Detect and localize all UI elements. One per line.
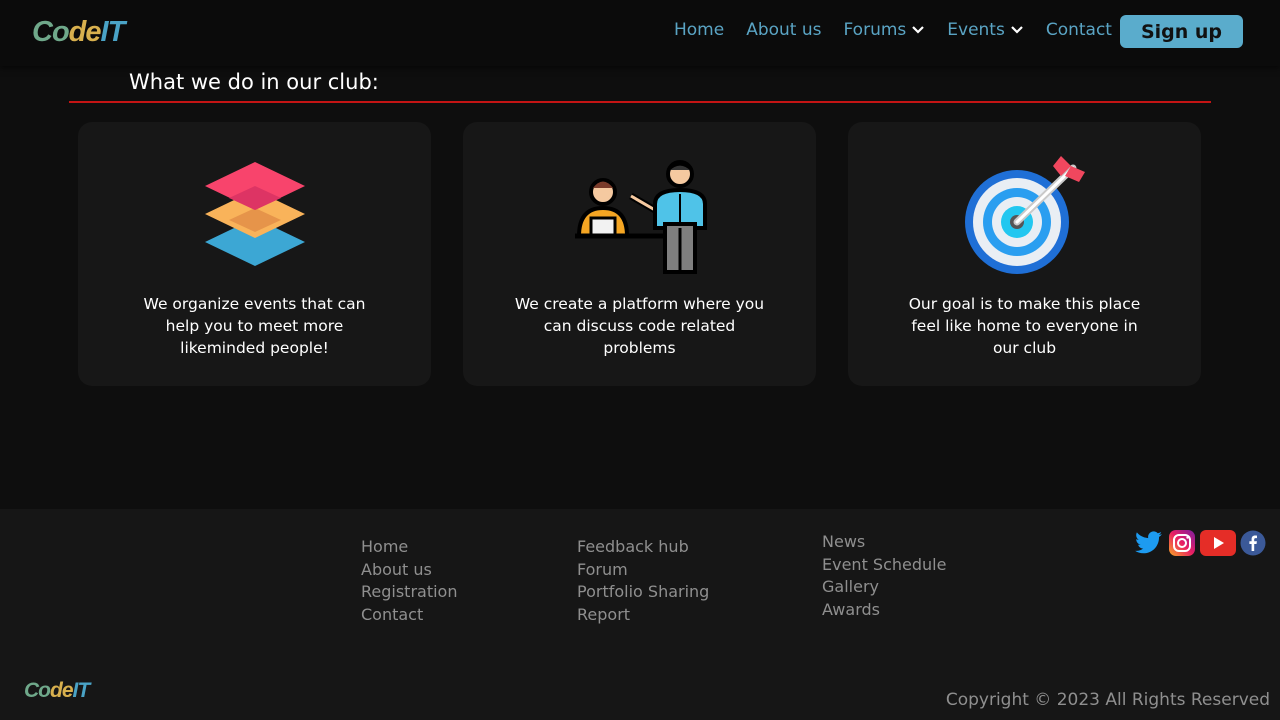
- nav-forums-label: Forums: [843, 20, 907, 40]
- nav-events-dropdown[interactable]: Events: [947, 20, 1024, 40]
- card-text: Our goal is to make this place feel like…: [908, 295, 1141, 357]
- footer-link-registration[interactable]: Registration: [361, 581, 457, 604]
- footer-link-feedback[interactable]: Feedback hub: [577, 536, 709, 559]
- footer-link-event-schedule[interactable]: Event Schedule: [822, 554, 946, 577]
- nav-about[interactable]: About us: [746, 20, 821, 40]
- footer-link-news[interactable]: News: [822, 531, 946, 554]
- nav-events-label: Events: [947, 20, 1005, 40]
- instagram-icon[interactable]: [1168, 529, 1196, 557]
- nav-links: Home About us Forums Events Contact: [674, 20, 1112, 40]
- presentation-icon: [574, 160, 707, 274]
- layers-icon: [204, 162, 305, 266]
- card-text: We create a platform where you can discu…: [514, 295, 765, 357]
- twitter-icon[interactable]: [1134, 529, 1164, 557]
- section-divider: [69, 101, 1211, 103]
- site-footer: Home About us Registration Contact Feedb…: [0, 509, 1280, 720]
- youtube-icon[interactable]: [1200, 530, 1236, 556]
- feature-card-goal: Our goal is to make this place feel like…: [848, 122, 1201, 386]
- footer-column-main: Home About us Registration Contact: [361, 536, 457, 626]
- logo-part-2: de: [50, 679, 73, 702]
- footer-link-gallery[interactable]: Gallery: [822, 576, 946, 599]
- footer-column-events: News Event Schedule Gallery Awards: [822, 531, 946, 621]
- footer-link-awards[interactable]: Awards: [822, 599, 946, 622]
- chevron-down-icon: [912, 26, 925, 34]
- signup-button[interactable]: Sign up: [1120, 15, 1243, 48]
- footer-link-contact[interactable]: Contact: [361, 604, 457, 627]
- facebook-icon[interactable]: [1240, 530, 1266, 556]
- copyright-text: Copyright © 2023 All Rights Reserved: [945, 690, 1270, 710]
- top-navbar: CodeIT Home About us Forums Events Conta…: [0, 0, 1280, 66]
- nav-forums-dropdown[interactable]: Forums: [844, 20, 926, 40]
- footer-link-report[interactable]: Report: [577, 604, 709, 627]
- section-title: What we do in our club:: [129, 70, 379, 94]
- footer-link-home[interactable]: Home: [361, 536, 457, 559]
- card-text: We organize events that can help you to …: [143, 295, 366, 357]
- footer-link-forum[interactable]: Forum: [577, 559, 709, 582]
- footer-brand-logo[interactable]: CodeIT: [24, 679, 91, 703]
- footer-column-community: Feedback hub Forum Portfolio Sharing Rep…: [577, 536, 709, 626]
- feature-card-platform: We create a platform where you can discu…: [463, 122, 816, 386]
- logo-part-3: IT: [100, 16, 126, 48]
- chevron-down-icon: [1011, 26, 1023, 34]
- logo-part-1: Co: [24, 679, 51, 702]
- brand-logo[interactable]: CodeIT: [32, 16, 126, 49]
- target-icon: [964, 156, 1085, 274]
- feature-card-events: We organize events that can help you to …: [78, 122, 431, 386]
- footer-link-about[interactable]: About us: [361, 559, 457, 582]
- logo-part-1: Co: [32, 16, 70, 48]
- social-links: [1134, 529, 1266, 557]
- nav-contact[interactable]: Contact: [1046, 20, 1112, 40]
- logo-part-2: de: [68, 16, 102, 48]
- footer-link-portfolio[interactable]: Portfolio Sharing: [577, 581, 709, 604]
- logo-part-3: IT: [72, 679, 91, 702]
- nav-home[interactable]: Home: [674, 20, 724, 40]
